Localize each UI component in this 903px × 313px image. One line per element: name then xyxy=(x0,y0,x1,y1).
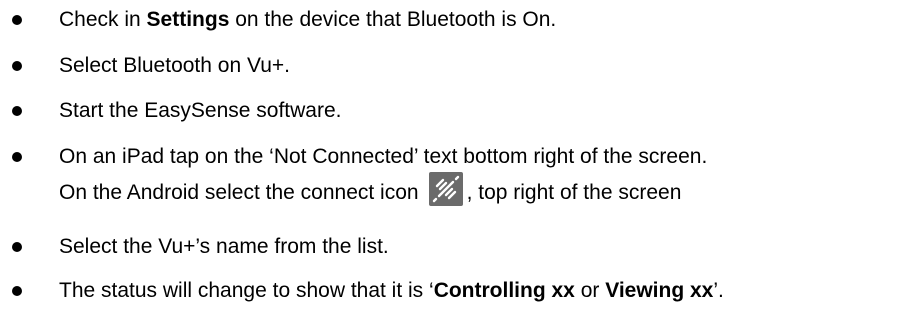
list-item-text-line2: On the Android select the connect icon ,… xyxy=(59,172,682,211)
text-segment: ’. xyxy=(713,279,724,302)
bullet-icon xyxy=(12,61,22,71)
settings-label: Settings xyxy=(146,8,230,31)
list-item-text: Select the Vu+’s name from the list. xyxy=(59,235,389,258)
controlling-label: Controlling xx xyxy=(433,279,575,302)
list-item-text: The status will change to show that it i… xyxy=(59,273,724,309)
text-segment: On the Android select the connect icon xyxy=(59,181,419,204)
text-segment: or xyxy=(574,279,606,302)
text-segment: The status will change to show that it i… xyxy=(59,279,434,302)
viewing-label: Viewing xx xyxy=(605,279,714,302)
text-segment: Check in xyxy=(59,8,147,31)
connect-icon xyxy=(428,172,463,207)
bullet-icon xyxy=(12,15,22,25)
bullet-icon xyxy=(12,286,22,296)
list-item-text: Select Bluetooth on Vu+. xyxy=(59,54,290,77)
bullet-icon xyxy=(12,106,22,116)
bullet-icon xyxy=(12,152,22,162)
list-item-text: On an iPad tap on the ‘Not Connected’ te… xyxy=(59,145,708,168)
text-segment: on the device that Bluetooth is On. xyxy=(229,8,557,31)
list-item-text: Start the EasySense software. xyxy=(59,99,342,122)
list-item-text: Check in Settings on the device that Blu… xyxy=(59,2,556,38)
text-segment: , top right of the screen xyxy=(466,181,682,204)
bullet-icon xyxy=(12,242,22,252)
